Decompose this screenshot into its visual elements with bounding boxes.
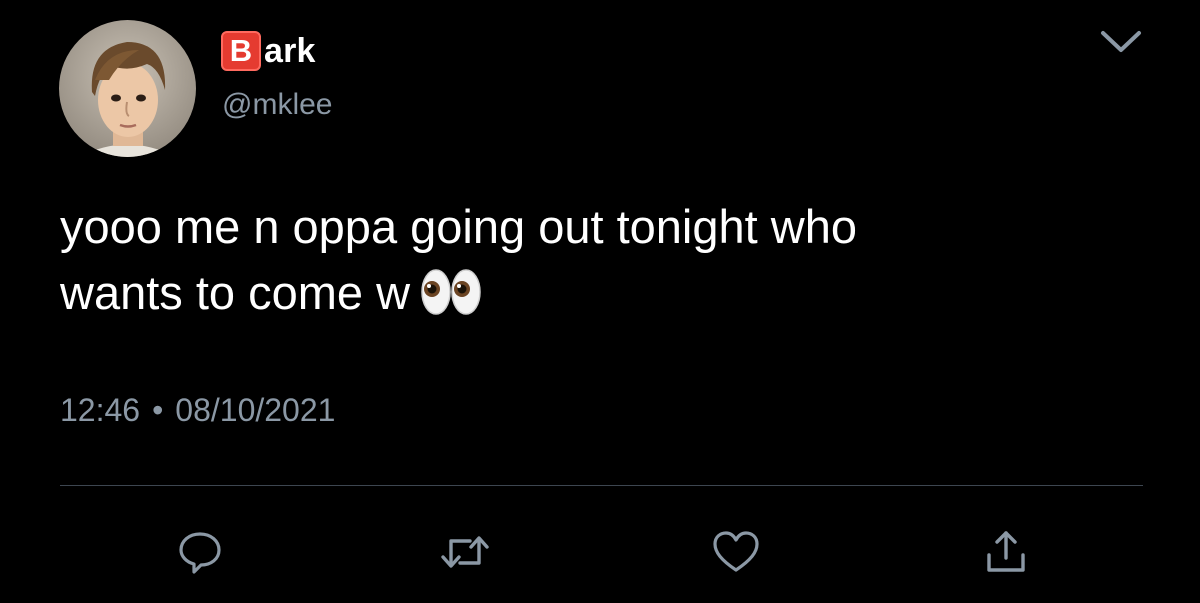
- eyes-icon: [420, 267, 482, 334]
- share-icon: [987, 531, 1025, 572]
- meta-separator: •: [152, 392, 164, 428]
- avatar[interactable]: [59, 20, 196, 157]
- user-handle[interactable]: @mklee: [222, 88, 332, 122]
- reply-button[interactable]: [172, 524, 228, 580]
- tweet-time: 12:46: [60, 392, 141, 428]
- name-badge-emoji: B: [221, 31, 261, 71]
- tweet-text: yooo me n oppa going out tonight who want…: [60, 194, 1150, 334]
- like-button[interactable]: [708, 524, 764, 580]
- tweet-timestamp[interactable]: 12:46 • 08/10/2021: [60, 392, 335, 429]
- chevron-down-icon: [1101, 31, 1141, 52]
- share-button[interactable]: [978, 524, 1034, 580]
- tweet-date: 08/10/2021: [175, 392, 336, 428]
- tweet-text-line1: yooo me n oppa going out tonight who: [60, 200, 857, 253]
- display-name[interactable]: B ark: [221, 29, 316, 73]
- retweet-button[interactable]: [437, 524, 493, 580]
- tweet-text-line2: wants to come w: [60, 266, 411, 319]
- divider: [60, 485, 1143, 486]
- more-options-button[interactable]: [1098, 25, 1144, 59]
- speech-bubble-icon: [179, 532, 221, 574]
- heart-icon: [713, 531, 759, 572]
- profile-photo: [59, 20, 196, 157]
- retweet-icon: [441, 536, 489, 568]
- display-name-text: ark: [264, 31, 316, 70]
